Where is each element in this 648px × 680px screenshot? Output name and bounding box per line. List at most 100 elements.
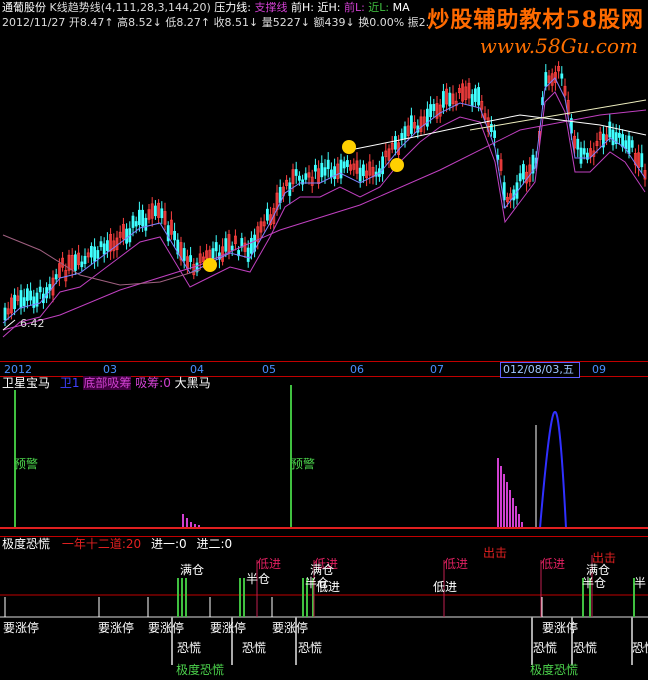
ma-line-2 — [2, 77, 646, 324]
candle-body — [441, 91, 445, 108]
candle-body — [342, 161, 346, 169]
candle-body — [54, 274, 58, 280]
low-price-label: 6.42 — [20, 317, 45, 330]
candle-body — [630, 140, 634, 148]
candle-body — [13, 294, 17, 310]
panel3-signal-label: 半仓 — [582, 576, 607, 590]
panel2-series-3: 吸筹:0 — [135, 376, 171, 390]
panel3-signal-label: 满仓 — [180, 563, 205, 577]
panel3-series-3: 进二:0 — [196, 537, 233, 551]
panel3-signal-label: 恐慌 — [298, 641, 323, 655]
panel3-signal-label: 要涨停 — [542, 621, 579, 635]
candle-body — [137, 209, 141, 226]
candle-body — [90, 245, 93, 258]
candle-body — [448, 92, 452, 107]
ma-line-1 — [2, 91, 646, 338]
candle-body — [211, 248, 215, 260]
panel3-signal-label: 要涨停 — [210, 621, 247, 635]
candle-body — [182, 248, 186, 261]
candle-body — [361, 164, 365, 177]
candle-body — [246, 247, 250, 262]
panel2-series-4: 大黑马 — [174, 376, 211, 390]
smiley-icon — [390, 158, 404, 172]
panel2-curve — [539, 410, 567, 529]
panel2-header: 卫星宝马 卫1 底部吸筹 吸筹:0 大黑马 — [2, 376, 211, 390]
candle-body — [608, 121, 612, 138]
panel2-warning-1: 预警 — [14, 457, 39, 471]
candle-body — [19, 290, 23, 309]
candle-body — [224, 238, 228, 252]
candle-body — [518, 173, 522, 182]
panel3-signal-label: 出击 — [483, 546, 508, 560]
panel3-signal-label: 要涨停 — [3, 621, 40, 635]
panel3-signal-label: 恐慌 — [242, 641, 267, 655]
candle-body — [544, 72, 548, 87]
panel3-signal-label: 半 — [634, 576, 647, 590]
candle-body — [83, 255, 87, 264]
panel3-header: 极度恐慌 一年十二道:20 进一:0 进二:0 — [2, 538, 232, 551]
panel3-signal-label: 满仓 — [310, 563, 335, 577]
candle-body — [74, 254, 77, 271]
candle-body — [294, 169, 298, 176]
candle-body — [493, 130, 497, 138]
candle-body — [160, 208, 164, 219]
panel3-signal-label: 低进 — [316, 580, 341, 594]
candle-body — [409, 115, 413, 134]
candle-body — [522, 164, 525, 180]
candle-body — [339, 159, 343, 179]
candle-body — [624, 140, 628, 150]
candle-body — [153, 205, 157, 217]
panel2-title[interactable]: 卫星宝马 — [2, 376, 50, 390]
smiley-icon — [342, 140, 356, 154]
panel2-series-1: 卫1 — [59, 376, 80, 390]
panel3-series-2: 进一:0 — [151, 537, 187, 551]
candle-body — [125, 228, 128, 244]
candle-body — [323, 167, 327, 176]
candle-body — [93, 246, 96, 262]
candle-body — [358, 167, 362, 182]
candle-body — [80, 261, 84, 268]
panel3-signal-label: 低进 — [541, 557, 566, 571]
month-label-04: 04 — [190, 363, 204, 376]
candle-body — [240, 238, 244, 248]
panel3-signal-label: 恐慌 — [533, 641, 558, 655]
panel3-signal-label: 恐慌 — [177, 641, 202, 655]
panel2-warning-2: 预警 — [291, 457, 316, 471]
panel3-signal-label: 低进 — [444, 557, 469, 571]
panel3-series-1: 一年十二道:20 — [61, 537, 142, 551]
panel3-signal-label: 恐慌 — [632, 641, 648, 655]
panel3-title[interactable]: 极度恐慌 — [2, 537, 50, 551]
candle-body — [470, 94, 474, 107]
candle-body — [576, 138, 580, 150]
panel3-signal-label: 极度恐慌 — [530, 663, 579, 677]
cursor-date-box: 012/08/03,五 — [500, 362, 580, 378]
candle-body — [333, 166, 337, 179]
candle-body — [473, 88, 477, 102]
candle-body — [313, 164, 317, 172]
candle-body — [32, 296, 36, 308]
candle-body — [579, 147, 583, 164]
candle-body — [329, 169, 333, 178]
candle-body — [489, 124, 493, 132]
month-label-07: 07 — [430, 363, 444, 376]
month-label-2012: 2012 — [4, 363, 32, 376]
candle-body — [393, 136, 397, 150]
month-label-03: 03 — [103, 363, 117, 376]
candle-body — [425, 108, 429, 127]
month-label-06: 06 — [350, 363, 364, 376]
candle-body — [345, 160, 349, 167]
candle-body — [249, 237, 253, 254]
candle-body — [618, 132, 621, 138]
candle-body — [22, 297, 26, 306]
candle-body — [131, 215, 135, 228]
candle-body — [25, 288, 29, 301]
candle-body — [230, 245, 234, 251]
candle-body — [304, 173, 308, 180]
panel3-signal-label: 低进 — [433, 580, 458, 594]
panel3-signal-label: 要涨停 — [98, 621, 135, 635]
candle-body — [560, 73, 564, 79]
candle-body — [627, 135, 631, 155]
month-label-05: 05 — [262, 363, 276, 376]
candle-body — [102, 243, 106, 255]
panel3-signal-label: 极度恐慌 — [176, 663, 225, 677]
